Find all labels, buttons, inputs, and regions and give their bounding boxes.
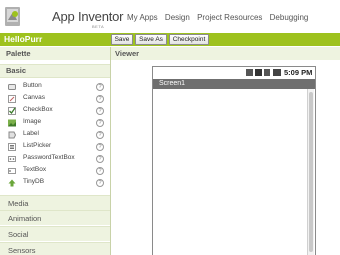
screen-title-bar: Screen1 [153, 79, 315, 89]
help-icon[interactable]: ? [96, 131, 104, 139]
palette-item-label: PasswordTextBox [23, 154, 75, 161]
palette-item-label[interactable]: Label ? [0, 129, 110, 141]
help-icon[interactable]: ? [96, 179, 104, 187]
password-icon [8, 156, 16, 162]
app-title: App Inventor [52, 9, 124, 24]
checkpoint-button[interactable]: Checkpoint [169, 34, 209, 45]
palette-item-image[interactable]: Image ? [0, 117, 110, 129]
help-icon[interactable]: ? [96, 143, 104, 151]
category-animation[interactable]: Animation [0, 210, 110, 225]
palette-item-label: TextBox [23, 166, 47, 173]
help-icon[interactable]: ? [96, 107, 104, 115]
listpicker-icon [8, 143, 16, 151]
beta-label: BETA [92, 24, 105, 29]
screen-title: Screen1 [159, 80, 186, 87]
panel-divider [110, 47, 111, 255]
help-icon[interactable]: ? [96, 83, 104, 91]
label-icon [8, 131, 16, 139]
notification-icon [246, 69, 253, 76]
nav-debugging[interactable]: Debugging [270, 13, 309, 22]
category-social[interactable]: Social [0, 226, 110, 241]
phone-preview: 5:09 PM Screen1 [152, 66, 316, 255]
help-icon[interactable]: ? [96, 155, 104, 163]
network-icon [255, 69, 262, 76]
project-name: HelloPurr [4, 34, 43, 44]
category-basic[interactable]: Basic [0, 64, 110, 78]
battery-icon [273, 69, 281, 76]
palette-item-label: CheckBox [23, 106, 53, 113]
palette-item-tinydb[interactable]: TinyDB ? [0, 177, 110, 189]
palette-header: Palette [0, 47, 110, 60]
save-as-button[interactable]: Save As [135, 34, 167, 45]
signal-icon [264, 69, 270, 76]
save-button[interactable]: Save [111, 34, 133, 45]
button-icon [8, 84, 16, 90]
palette-item-button[interactable]: Button ? [0, 81, 110, 93]
project-toolbar: HelloPurr Save Save As Checkpoint [0, 33, 340, 46]
nav-design[interactable]: Design [165, 13, 190, 22]
palette-item-label: ListPicker [23, 142, 52, 149]
viewer-header: Viewer [111, 47, 340, 60]
scrollbar-thumb[interactable] [309, 92, 313, 252]
palette-item-canvas[interactable]: Canvas ? [0, 93, 110, 105]
palette-item-label: Image [23, 118, 42, 125]
help-icon[interactable]: ? [96, 95, 104, 103]
palette-item-passwordtextbox[interactable]: PasswordTextBox ? [0, 153, 110, 165]
checkbox-icon [8, 107, 16, 115]
palette-item-textbox[interactable]: TextBox ? [0, 165, 110, 177]
phone-status-bar: 5:09 PM [153, 67, 315, 78]
palette-item-checkbox[interactable]: CheckBox ? [0, 105, 110, 117]
canvas-icon [8, 95, 16, 103]
palette-item-label: Label [23, 130, 39, 137]
palette-item-label: Button [23, 82, 42, 89]
help-icon[interactable]: ? [96, 119, 104, 127]
tinydb-icon [8, 179, 16, 187]
textbox-icon [8, 168, 16, 174]
app-inventor-logo-icon [5, 7, 20, 26]
top-navigation: My Apps Design Project Resources Debuggi… [127, 13, 313, 22]
palette-item-label: Canvas [23, 94, 46, 101]
palette-item-listpicker[interactable]: ListPicker ? [0, 141, 110, 153]
image-icon [8, 119, 16, 127]
nav-my-apps[interactable]: My Apps [127, 13, 158, 22]
phone-clock: 5:09 PM [284, 68, 313, 77]
category-media[interactable]: Media [0, 195, 110, 210]
nav-project-resources[interactable]: Project Resources [197, 13, 262, 22]
help-icon[interactable]: ? [96, 167, 104, 175]
category-sensors[interactable]: Sensors [0, 242, 110, 255]
top-header: App Inventor BETA My Apps Design Project… [0, 0, 340, 33]
phone-scrollbar[interactable] [307, 89, 314, 255]
palette-item-label: TinyDB [23, 178, 45, 185]
